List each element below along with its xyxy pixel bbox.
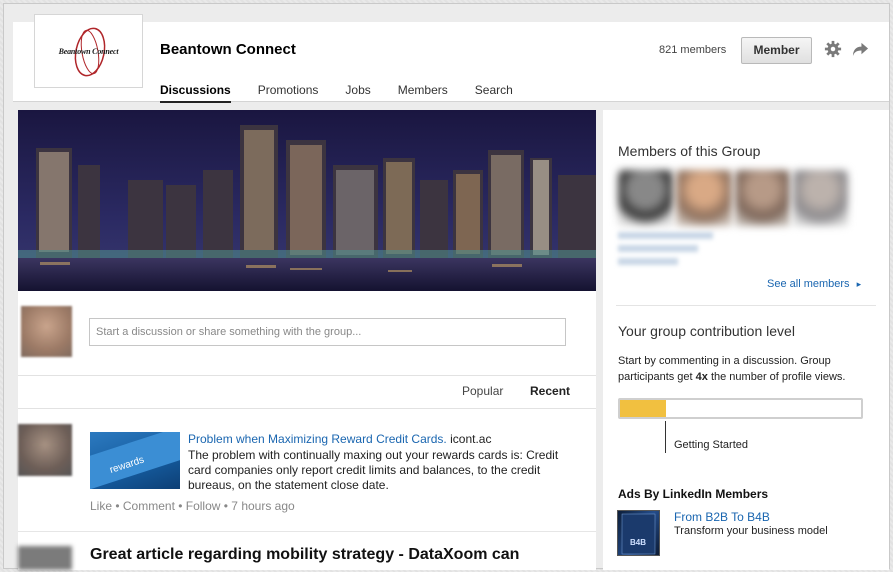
progress-label: Getting Started	[674, 439, 748, 451]
post2-title[interactable]: Great article regarding mobility strateg…	[90, 546, 519, 564]
discussion-post: rewards Problem when Maximizing Reward C…	[18, 410, 596, 532]
member-avatars[interactable]	[618, 170, 848, 226]
main-column: Start a discussion or share something wi…	[18, 110, 596, 570]
discussion-composer: Start a discussion or share something wi…	[18, 305, 596, 375]
discussion-input[interactable]: Start a discussion or share something wi…	[89, 318, 566, 346]
tab-promotions[interactable]: Promotions	[258, 83, 319, 103]
contribution-progress-bar	[618, 398, 863, 419]
ad-book-text: B4B	[630, 538, 646, 547]
sort-bar: Popular Recent	[18, 375, 596, 409]
member-avatar[interactable]	[676, 170, 732, 226]
see-all-label[interactable]: See all members	[767, 278, 850, 290]
gear-icon[interactable]	[824, 40, 842, 58]
tab-jobs[interactable]: Jobs	[345, 83, 370, 103]
post-title: Problem when Maximizing Reward Credit Ca…	[188, 432, 491, 446]
contribution-heading: Your group contribution level	[618, 323, 795, 339]
tab-discussions[interactable]: Discussions	[160, 83, 231, 103]
group-tabs: Discussions Promotions Jobs Members Sear…	[160, 83, 540, 103]
chevron-right-icon: ▸	[856, 279, 862, 289]
member-avatar[interactable]	[734, 170, 790, 226]
ads-heading: Ads By LinkedIn Members	[618, 487, 769, 501]
sidebar-divider	[616, 305, 876, 306]
sort-popular[interactable]: Popular	[462, 384, 503, 398]
members-heading: Members of this Group	[618, 143, 761, 159]
tab-members[interactable]: Members	[398, 83, 448, 103]
post-title-link[interactable]: Problem when Maximizing Reward Credit Ca…	[188, 432, 447, 446]
post-thumbnail[interactable]: rewards	[90, 432, 180, 489]
post-actions[interactable]: Like • Comment • Follow • 7 hours ago	[90, 499, 295, 513]
see-all-members-link[interactable]: See all members ▸	[767, 278, 861, 290]
progress-marker	[665, 421, 666, 453]
members-count[interactable]: 821 members	[659, 44, 726, 56]
ad-title-link[interactable]: From B2B To B4B	[674, 510, 770, 524]
post2-author-avatar[interactable]	[18, 546, 72, 570]
right-sidebar: Members of this Group See all members ▸ …	[603, 110, 889, 570]
user-avatar[interactable]	[21, 306, 72, 357]
post-author-avatar[interactable]	[18, 424, 72, 476]
member-avatar[interactable]	[618, 170, 674, 226]
sort-recent[interactable]: Recent	[530, 384, 570, 398]
group-logo[interactable]: Beantown Connect	[34, 14, 143, 88]
rewards-card-icon: rewards	[90, 432, 180, 489]
ad-image[interactable]: B4B	[617, 510, 660, 556]
contribution-text: Start by commenting in a discussion. Gro…	[618, 353, 868, 385]
member-avatar[interactable]	[792, 170, 848, 226]
contribution-progress-fill	[620, 400, 666, 417]
contribution-text-part: the number of profile views.	[707, 371, 846, 383]
share-arrow-icon[interactable]	[852, 41, 869, 58]
post-source: icont.ac	[446, 432, 492, 446]
member-button[interactable]: Member	[741, 37, 812, 64]
logo-text: Beantown Connect	[58, 46, 119, 56]
contribution-multiplier: 4x	[695, 371, 708, 383]
tab-search[interactable]: Search	[475, 83, 513, 103]
member-names-blurred	[618, 232, 728, 271]
post-body: The problem with continually maxing out …	[188, 448, 559, 492]
hero-banner-image	[18, 110, 596, 291]
ad-description: Transform your business model	[674, 525, 828, 537]
book-cover-icon: B4B	[621, 513, 656, 555]
group-title[interactable]: Beantown Connect	[160, 41, 296, 58]
